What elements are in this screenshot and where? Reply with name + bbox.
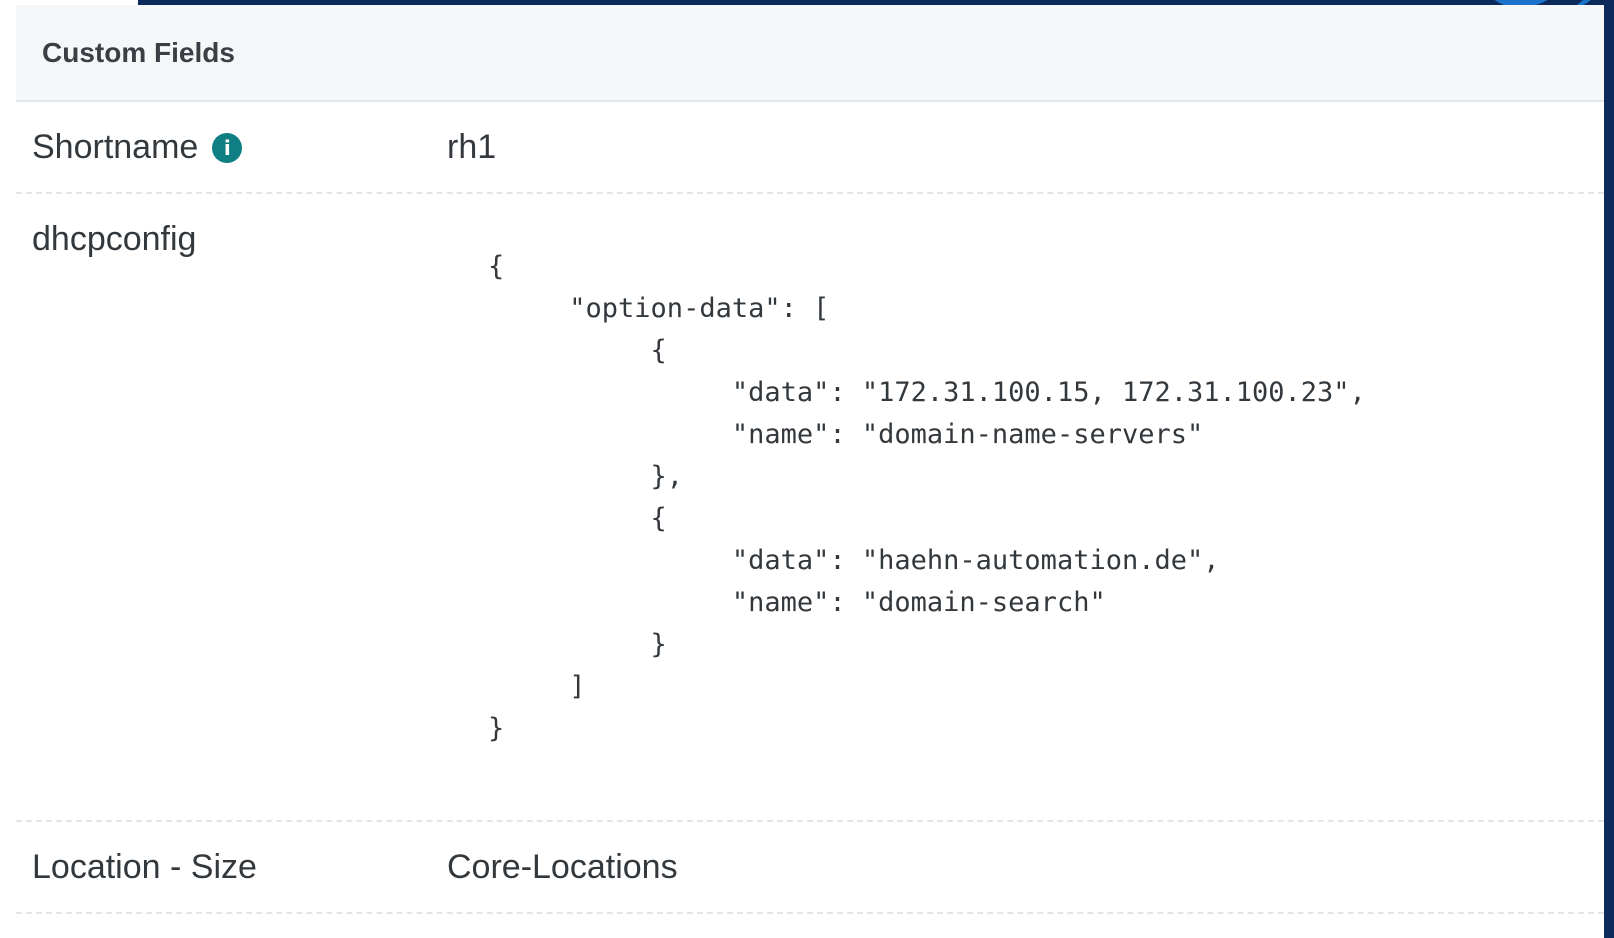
window-edge [1604,0,1614,938]
field-value-location-size: Core-Locations [447,848,678,886]
field-row-shortname: Shortname i rh1 [16,102,1604,194]
field-label-dhcpconfig: dhcpconfig [32,220,197,258]
field-value-dhcpconfig: { "option-data": [ { "data": "172.31.100… [488,251,1366,744]
field-row-dhcpconfig: dhcpconfig { "option-data": [ { "data": … [16,194,1604,822]
shortname-label-text: Shortname [32,128,199,166]
info-icon[interactable]: i [212,132,243,163]
field-value-shortname: rh1 [447,128,497,166]
custom-fields-card: Custom Fields Shortname i rh1 dhcpconfig… [16,5,1604,938]
card-title: Custom Fields [42,36,235,68]
field-row-location-size: Location - Size Core-Locations [16,822,1604,914]
card-header: Custom Fields [16,5,1604,102]
field-label-shortname: Shortname i [32,128,243,167]
page-frame: 2 Custom Fields Shortname i rh1 dhcpconf… [0,0,1614,938]
field-label-location-size: Location - Size [32,848,257,886]
